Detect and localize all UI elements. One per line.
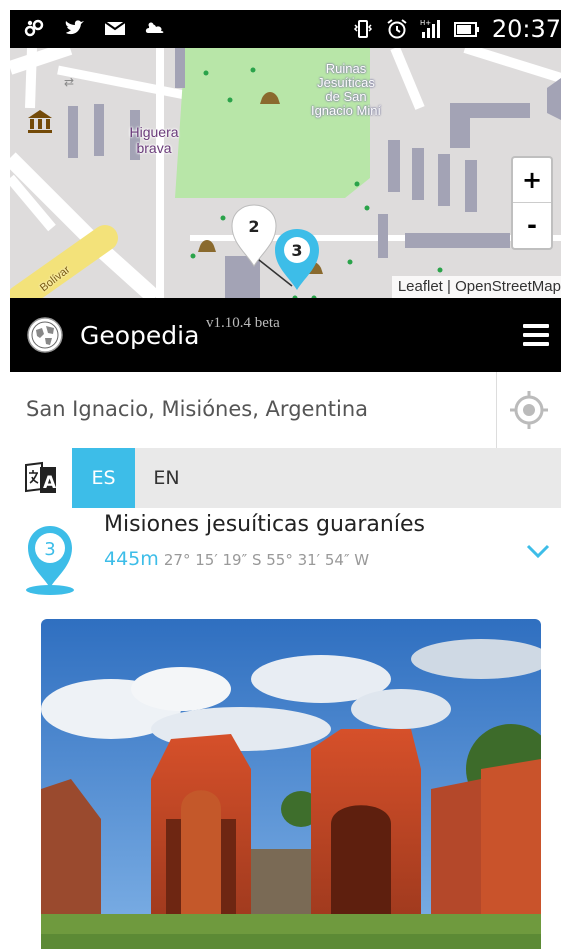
oneway-arrow-icon: ⇄ [64,75,74,89]
status-bar: H+ 20:37 [10,10,561,48]
vibrate-icon [353,20,372,38]
tab-language-es[interactable]: ES [72,448,135,508]
result-meta: 445m 27° 15′ 19″ S 55° 31′ 54″ W [104,546,369,573]
battery-icon [453,22,479,37]
map-tiles: ⇄ 2 3 [10,48,561,298]
tab-language-en[interactable]: EN [135,448,198,508]
app-frame: H+ 20:37 ⇄ 2 3 Higuera brava Ruinas Jesu… [10,10,561,949]
zoom-in-button[interactable]: + [513,158,551,203]
leaflet-link[interactable]: Leaflet [398,278,443,295]
map-label-higuera: Higuera brava [129,124,179,156]
locate-button[interactable] [496,372,561,448]
cloud-icon [145,22,164,33]
result-coordinates: 27° 15′ 19″ S 55° 31′ 54″ W [163,551,370,569]
map-marker-3-label: 3 [291,241,302,260]
svg-text:H+: H+ [420,19,431,27]
app-title: Geopedia [80,321,200,350]
status-time: 20:37 [491,15,561,43]
result-title: Misiones jesuíticas guaraníes [104,512,425,537]
crosshair-icon [510,391,548,429]
zoom-control: + - [511,156,553,250]
result-photo [41,619,541,949]
search-input[interactable]: San Ignacio, Misiónes, Argentina [26,394,368,424]
result-marker-number: 3 [44,539,55,560]
map-view[interactable]: ⇄ 2 3 Higuera brava Ruinas Jesuíticas de… [10,48,561,298]
alarm-icon [387,19,407,39]
mail-icon [104,21,126,35]
result-marker-icon: 3 [26,526,74,595]
geopedia-logo-icon [27,317,63,353]
map-attribution: Leaflet | OpenStreetMap [391,276,561,298]
translate-icon: A [10,448,73,508]
map-label-ruinas: Ruinas Jesuíticas de San Ignacio Miní [310,61,382,118]
chevron-down-icon[interactable] [525,542,551,560]
osm-link[interactable]: OpenStreetMap [455,278,561,295]
signal-icon: H+ [420,19,440,38]
result-distance: 445m [104,548,159,570]
app-version: v1.10.4 beta [206,315,280,331]
attribution-separator: | [442,278,456,295]
location-search: San Ignacio, Misiónes, Argentina [10,372,561,449]
twitter-icon [65,20,84,35]
app-header: Geopedia v1.10.4 beta [10,298,561,372]
menu-icon[interactable] [523,324,549,346]
map-marker-2-label: 2 [248,217,259,236]
zoom-out-button[interactable]: - [513,203,551,247]
language-bar: A ES EN [10,448,561,509]
result-item[interactable]: 3 Misiones jesuíticas guaraníes 445m 27°… [10,508,561,616]
wifi-icon [24,19,44,37]
svg-text:A: A [43,473,57,493]
